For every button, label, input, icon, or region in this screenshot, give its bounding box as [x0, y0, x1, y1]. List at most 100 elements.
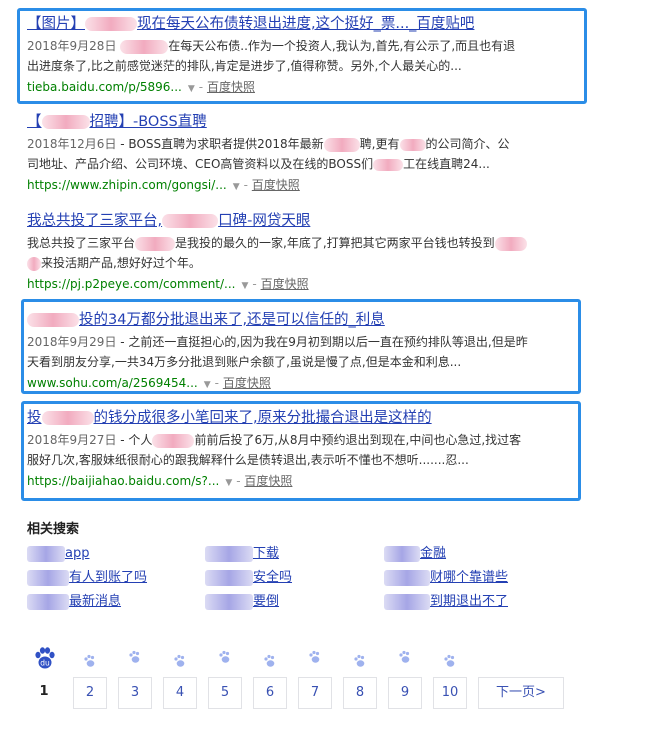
dropdown-arrow-icon[interactable]: ▼: [225, 478, 232, 488]
page-link-3[interactable]: 3: [118, 677, 152, 709]
title-text: 口碑-网贷天眼: [218, 213, 311, 229]
abstract-text: 聘,更有: [359, 137, 400, 151]
related-search-link-3[interactable]: 金融: [384, 545, 446, 563]
result-title-link[interactable]: 我总共投了三家平台, 口碑-网贷天眼: [27, 211, 310, 231]
title-text: 现在每天公布债转退出进度,这个挺好_票..._百度贴吧: [137, 16, 475, 32]
snapshot-link[interactable]: 百度快照: [261, 277, 309, 291]
result-abstract: 2018年12月6日 - BOSS直聘为求职者提供2018年最新 聘,更有 的公司简…: [27, 134, 572, 174]
page-link-2[interactable]: 2: [73, 677, 107, 709]
page-link-7[interactable]: 7: [298, 677, 332, 709]
related-text: 到期退出不了: [430, 594, 509, 609]
paw-icon: [309, 650, 320, 663]
related-text: 要倒: [253, 594, 280, 609]
dropdown-arrow-icon[interactable]: ▼: [233, 182, 240, 192]
page-link-4[interactable]: 4: [163, 677, 197, 709]
related-text: 有人到账了吗: [69, 570, 148, 585]
related-search-link-4[interactable]: 有人到账了吗: [27, 569, 147, 587]
redaction-blur: [373, 158, 404, 171]
title-text: 投的34万都分批退出来了,还是可以信任的_利息: [79, 312, 385, 328]
dropdown-arrow-icon[interactable]: ▼: [204, 380, 211, 390]
related-search-link-8[interactable]: 要倒: [205, 593, 279, 611]
paw-icon: [354, 654, 365, 667]
page-link-8[interactable]: 8: [343, 677, 377, 709]
abstract-text: 工在线直聘24...: [403, 157, 490, 171]
abstract-text: 司地址、产品介绍、公司环境、CEO高管资料以及在线的BOSS们: [27, 157, 374, 171]
page-link-5[interactable]: 5: [208, 677, 242, 709]
related-search-link-1[interactable]: app: [27, 545, 89, 563]
page-link-6[interactable]: 6: [253, 677, 287, 709]
redaction-blur: [205, 569, 253, 586]
redaction-blur: [41, 411, 94, 425]
result-url-line: www.sohu.com/a/2569454... ▼ - 百度快照: [27, 373, 572, 395]
paw-icon: [84, 654, 95, 667]
abstract-text: 我总共投了三家平台: [27, 236, 136, 250]
snapshot-link[interactable]: 百度快照: [244, 474, 292, 488]
abstract-text: 的公司简介、公: [425, 137, 510, 151]
dropdown-arrow-icon[interactable]: ▼: [188, 84, 195, 94]
result-url[interactable]: https://baijiahao.baidu.com/s?...: [27, 474, 219, 488]
paw-logo-icon: du: [35, 647, 55, 669]
paw-icon: [174, 654, 185, 667]
redaction-blur: [135, 236, 176, 251]
result-url[interactable]: https://pj.p2peye.com/comment/...: [27, 277, 236, 291]
paw-icon: [219, 650, 230, 663]
snapshot-link[interactable]: 百度快照: [252, 178, 300, 192]
related-search-link-9[interactable]: 到期退出不了: [384, 593, 508, 611]
result-url[interactable]: www.sohu.com/a/2569454...: [27, 376, 198, 390]
redaction-blur: [205, 545, 253, 562]
related-search-link-2[interactable]: 下载: [205, 545, 279, 563]
related-text: 最新消息: [69, 594, 122, 609]
result-date: 2018年9月29日: [27, 335, 117, 349]
result-title-link[interactable]: 投的34万都分批退出来了,还是可以信任的_利息: [27, 310, 385, 330]
redaction-blur: [27, 593, 69, 610]
search-result-4: 投的34万都分批退出来了,还是可以信任的_利息 2018年9月29日 - 之前还…: [27, 309, 572, 395]
related-text: app: [65, 546, 90, 561]
related-search-link-7[interactable]: 最新消息: [27, 593, 121, 611]
related-text: 安全吗: [253, 570, 293, 585]
result-url-line: tieba.baidu.com/p/5896... ▼ - 百度快照: [27, 77, 572, 99]
dropdown-arrow-icon[interactable]: ▼: [242, 281, 249, 291]
redaction-blur: [205, 593, 253, 610]
related-search-link-5[interactable]: 安全吗: [205, 569, 292, 587]
redaction-blur: [162, 214, 219, 228]
related-search-link-6[interactable]: 财哪个靠谱些: [384, 569, 508, 587]
snapshot-link[interactable]: 百度快照: [223, 376, 271, 390]
redaction-blur: [399, 138, 426, 151]
title-text: 投: [27, 410, 42, 426]
separator: -: [252, 277, 261, 291]
abstract-text: - 个人: [120, 433, 153, 447]
separator: -: [214, 376, 223, 390]
redaction-blur: [27, 313, 79, 327]
page-link-9[interactable]: 9: [388, 677, 422, 709]
result-title-link[interactable]: 投 的钱分成很多小笔回来了,原来分批撮合退出是这样的: [27, 408, 432, 428]
paw-icon: [129, 650, 140, 663]
result-url-line: https://www.zhipin.com/gongsi/... ▼ - 百度快照: [27, 175, 572, 197]
logo-text: du: [40, 659, 50, 668]
redaction-blur: [152, 433, 195, 448]
redaction-blur: [384, 593, 430, 610]
snapshot-link[interactable]: 百度快照: [207, 80, 255, 94]
related-text: 金融: [420, 546, 447, 561]
title-text: 【: [27, 114, 42, 130]
abstract-text: 是我投的最久的一家,年底了,打算把其它两家平台钱也转投到: [175, 236, 495, 250]
next-page-button[interactable]: 下一页>: [478, 677, 564, 709]
redaction-blur: [323, 137, 360, 152]
separator: -: [243, 178, 252, 192]
result-title-link[interactable]: 【 招聘】-BOSS直聘: [27, 112, 207, 132]
result-title-link[interactable]: 【图片】 现在每天公布债转退出进度,这个挺好_票..._百度贴吧: [27, 14, 474, 34]
result-url[interactable]: tieba.baidu.com/p/5896...: [27, 80, 182, 94]
redaction-blur: [85, 17, 137, 31]
separator: -: [198, 80, 207, 94]
abstract-text: 服好几次,客服妹纸很耐心的跟我解释什么是债转退出,表示听不懂也不想听......…: [27, 453, 469, 467]
paw-icon: [444, 654, 455, 667]
abstract-text: 来投活期产品,想好好过个年。: [41, 256, 201, 270]
result-url-line: https://pj.p2peye.com/comment/... ▼ - 百度快照: [27, 274, 572, 296]
abstract-text: 出进度条了,比之前感觉迷茫的排队,肯定是进步了,值得称赞。另外,个人最关心的..…: [27, 59, 462, 73]
paw-icon: [264, 654, 275, 667]
paw-icon: [399, 650, 410, 663]
page-link-10[interactable]: 10: [433, 677, 467, 709]
result-abstract: 2018年9月27日 - 个人 前前后投了6万,从8月中预约退出到现在,中间也心急…: [27, 430, 572, 470]
abstract-text: 在每天公布债..作为一个投资人,我认为,首先,有公示了,而且也有退: [168, 39, 516, 53]
abstract-text: - 之前还一直挺担心的,因为我在9月初到期以后一直在预约排队等退出,但是昨: [120, 335, 528, 349]
result-url[interactable]: https://www.zhipin.com/gongsi/...: [27, 178, 227, 192]
